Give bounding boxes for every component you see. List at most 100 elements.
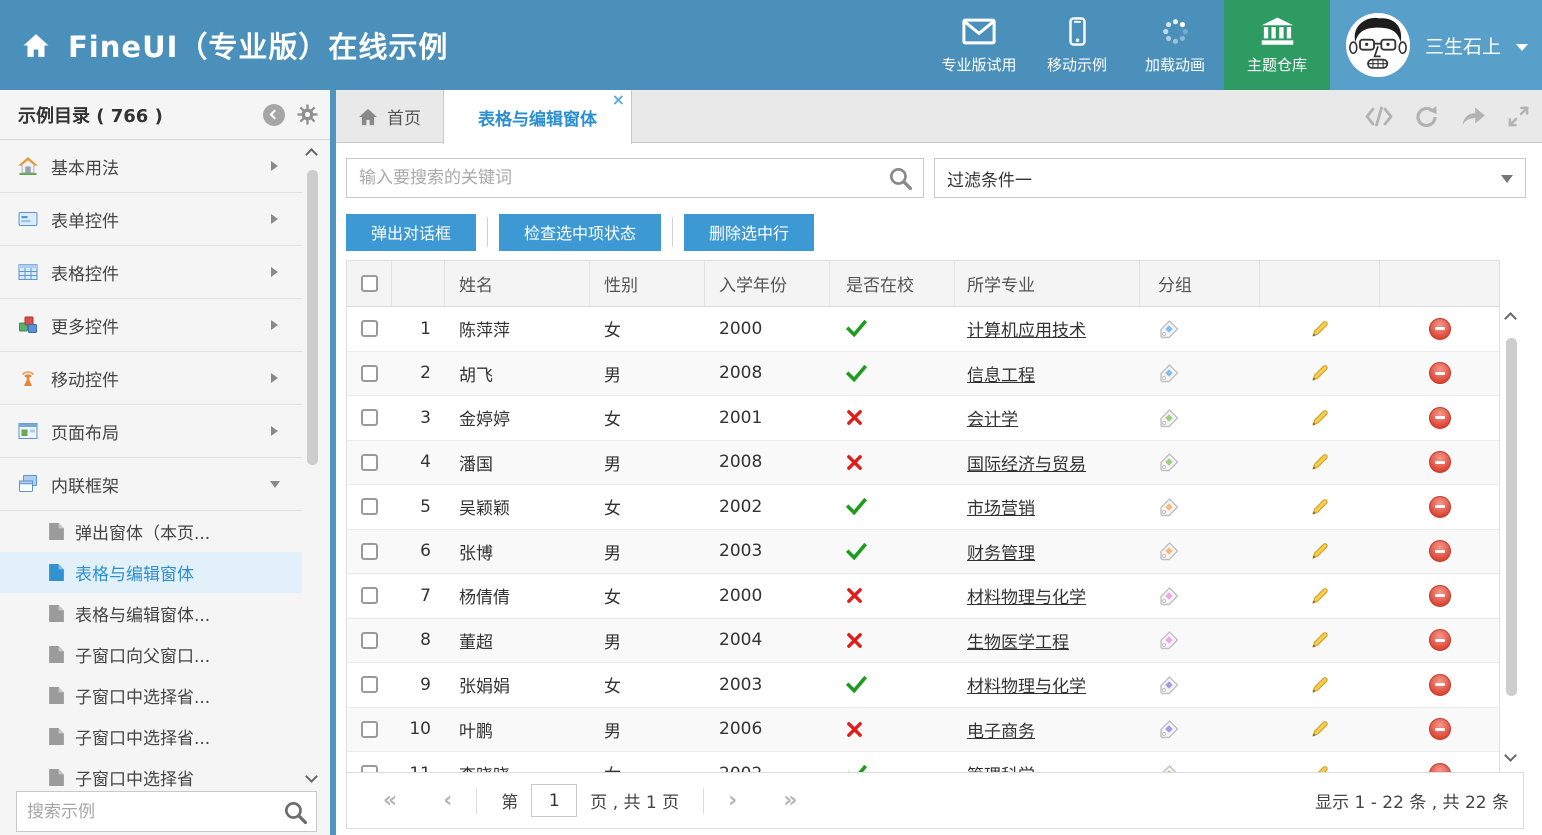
major-link[interactable]: 计算机应用技术 (967, 316, 1086, 341)
edit-pencil-icon[interactable] (1309, 496, 1331, 518)
tab[interactable]: 首页 (336, 90, 443, 143)
delete-icon[interactable] (1429, 763, 1451, 772)
delete-icon[interactable] (1429, 629, 1451, 651)
search-icon[interactable] (283, 800, 308, 829)
next-page-button[interactable]: › (728, 790, 737, 812)
edit-pencil-icon[interactable] (1309, 718, 1331, 740)
page-number-input[interactable] (531, 784, 577, 817)
expand-icon[interactable] (1507, 105, 1530, 128)
row-checkbox[interactable] (361, 543, 378, 560)
row-checkbox[interactable] (361, 587, 378, 604)
edit-pencil-icon[interactable] (1309, 763, 1331, 772)
header-action-spinner-icon[interactable]: 加载动画 (1126, 0, 1224, 90)
file-icon (48, 645, 65, 664)
code-icon[interactable] (1364, 106, 1394, 127)
sidebar-category[interactable]: 页面布局 (0, 405, 302, 458)
file-icon (48, 768, 65, 787)
gear-icon[interactable] (297, 104, 318, 125)
major-link[interactable]: 材料物理与化学 (967, 672, 1086, 697)
action-button[interactable]: 弹出对话框 (346, 214, 476, 251)
scroll-down-icon[interactable] (1504, 749, 1517, 762)
cell-name: 李晓晓 (445, 752, 590, 772)
header-action-envelope-icon[interactable]: 专业版试用 (930, 0, 1028, 90)
row-checkbox[interactable] (361, 454, 378, 471)
row-number: 3 (392, 396, 445, 440)
major-link[interactable]: 市场营销 (967, 494, 1035, 519)
row-checkbox[interactable] (361, 365, 378, 382)
action-button[interactable]: 检查选中项状态 (499, 214, 661, 251)
major-link[interactable]: 信息工程 (967, 361, 1035, 386)
sidebar-subitem[interactable]: 表格与编辑窗体 (0, 552, 302, 593)
delete-icon[interactable] (1429, 362, 1451, 384)
delete-icon[interactable] (1429, 540, 1451, 562)
keyword-search-input[interactable] (347, 159, 923, 197)
table-row: 2胡飞男2008信息工程 (347, 352, 1499, 397)
edit-pencil-icon[interactable] (1309, 318, 1331, 340)
collapse-sidebar-icon[interactable] (263, 104, 285, 126)
sidebar-category[interactable]: 更多控件 (0, 299, 302, 352)
edit-pencil-icon[interactable] (1309, 362, 1331, 384)
major-link[interactable]: 财务管理 (967, 539, 1035, 564)
sidebar-subitem[interactable]: 子窗口中选择省... (0, 716, 302, 757)
last-page-button[interactable]: » (783, 790, 797, 812)
first-page-button[interactable]: « (383, 790, 397, 812)
sidebar-subitem[interactable]: 表格与编辑窗体... (0, 593, 302, 634)
share-icon[interactable] (1459, 105, 1487, 128)
sidebar-category[interactable]: 表格控件 (0, 246, 302, 299)
row-checkbox[interactable] (361, 676, 378, 693)
sidebar-search-input[interactable] (17, 792, 316, 831)
refresh-icon[interactable] (1414, 105, 1439, 129)
tab-toolbar (1364, 90, 1530, 143)
sidebar-subitem[interactable]: 弹出窗体（本页... (0, 511, 302, 552)
delete-icon[interactable] (1429, 718, 1451, 740)
sidebar-category[interactable]: 表单控件 (0, 193, 302, 246)
action-button[interactable]: 删除选中行 (684, 214, 814, 251)
major-link[interactable]: 材料物理与化学 (967, 583, 1086, 608)
row-checkbox[interactable] (361, 320, 378, 337)
scrollbar-thumb[interactable] (1506, 338, 1517, 696)
row-checkbox[interactable] (361, 498, 378, 515)
sidebar-category[interactable]: 内联框架 (0, 458, 302, 511)
edit-pencil-icon[interactable] (1309, 629, 1331, 651)
user-menu[interactable]: 三生石上 (1330, 0, 1542, 90)
scroll-up-icon[interactable] (305, 148, 318, 161)
tab-active[interactable]: 表格与编辑窗体× (443, 90, 632, 144)
table-row: 1陈萍萍女2000计算机应用技术 (347, 307, 1499, 352)
prev-page-button[interactable]: ‹ (443, 790, 452, 812)
row-checkbox[interactable] (361, 721, 378, 738)
sidebar-subitem[interactable]: 子窗口中选择省 (0, 757, 302, 788)
edit-pencil-icon[interactable] (1309, 451, 1331, 473)
edit-pencil-icon[interactable] (1309, 540, 1331, 562)
edit-pencil-icon[interactable] (1309, 585, 1331, 607)
delete-icon[interactable] (1429, 674, 1451, 696)
delete-icon[interactable] (1429, 496, 1451, 518)
scrollbar-thumb[interactable] (307, 170, 318, 465)
major-link[interactable]: 管理科学 (967, 761, 1035, 772)
edit-pencil-icon[interactable] (1309, 674, 1331, 696)
header-action-mobile-icon[interactable]: 移动示例 (1028, 0, 1126, 90)
scroll-down-icon[interactable] (305, 770, 318, 783)
major-link[interactable]: 电子商务 (967, 717, 1035, 742)
sidebar-subitem[interactable]: 子窗口向父窗口... (0, 634, 302, 675)
edit-pencil-icon[interactable] (1309, 407, 1331, 429)
check-icon (830, 752, 955, 772)
sidebar-category[interactable]: 基本用法 (0, 140, 302, 193)
delete-icon[interactable] (1429, 407, 1451, 429)
major-link[interactable]: 会计学 (967, 405, 1018, 430)
row-checkbox[interactable] (361, 765, 378, 772)
select-all-checkbox[interactable] (361, 275, 378, 292)
delete-icon[interactable] (1429, 585, 1451, 607)
filter-dropdown[interactable]: 过滤条件一 (934, 158, 1526, 198)
delete-icon[interactable] (1429, 318, 1451, 340)
sidebar-subitem[interactable]: 子窗口中选择省... (0, 675, 302, 716)
close-icon[interactable]: × (612, 91, 625, 109)
major-link[interactable]: 国际经济与贸易 (967, 450, 1086, 475)
scroll-up-icon[interactable] (1504, 312, 1517, 325)
search-icon[interactable] (888, 166, 913, 195)
row-checkbox[interactable] (361, 409, 378, 426)
delete-icon[interactable] (1429, 451, 1451, 473)
row-checkbox[interactable] (361, 632, 378, 649)
sidebar-category[interactable]: 移动控件 (0, 352, 302, 405)
major-link[interactable]: 生物医学工程 (967, 628, 1069, 653)
header-action-bank-icon[interactable]: 主题仓库 (1224, 0, 1330, 90)
